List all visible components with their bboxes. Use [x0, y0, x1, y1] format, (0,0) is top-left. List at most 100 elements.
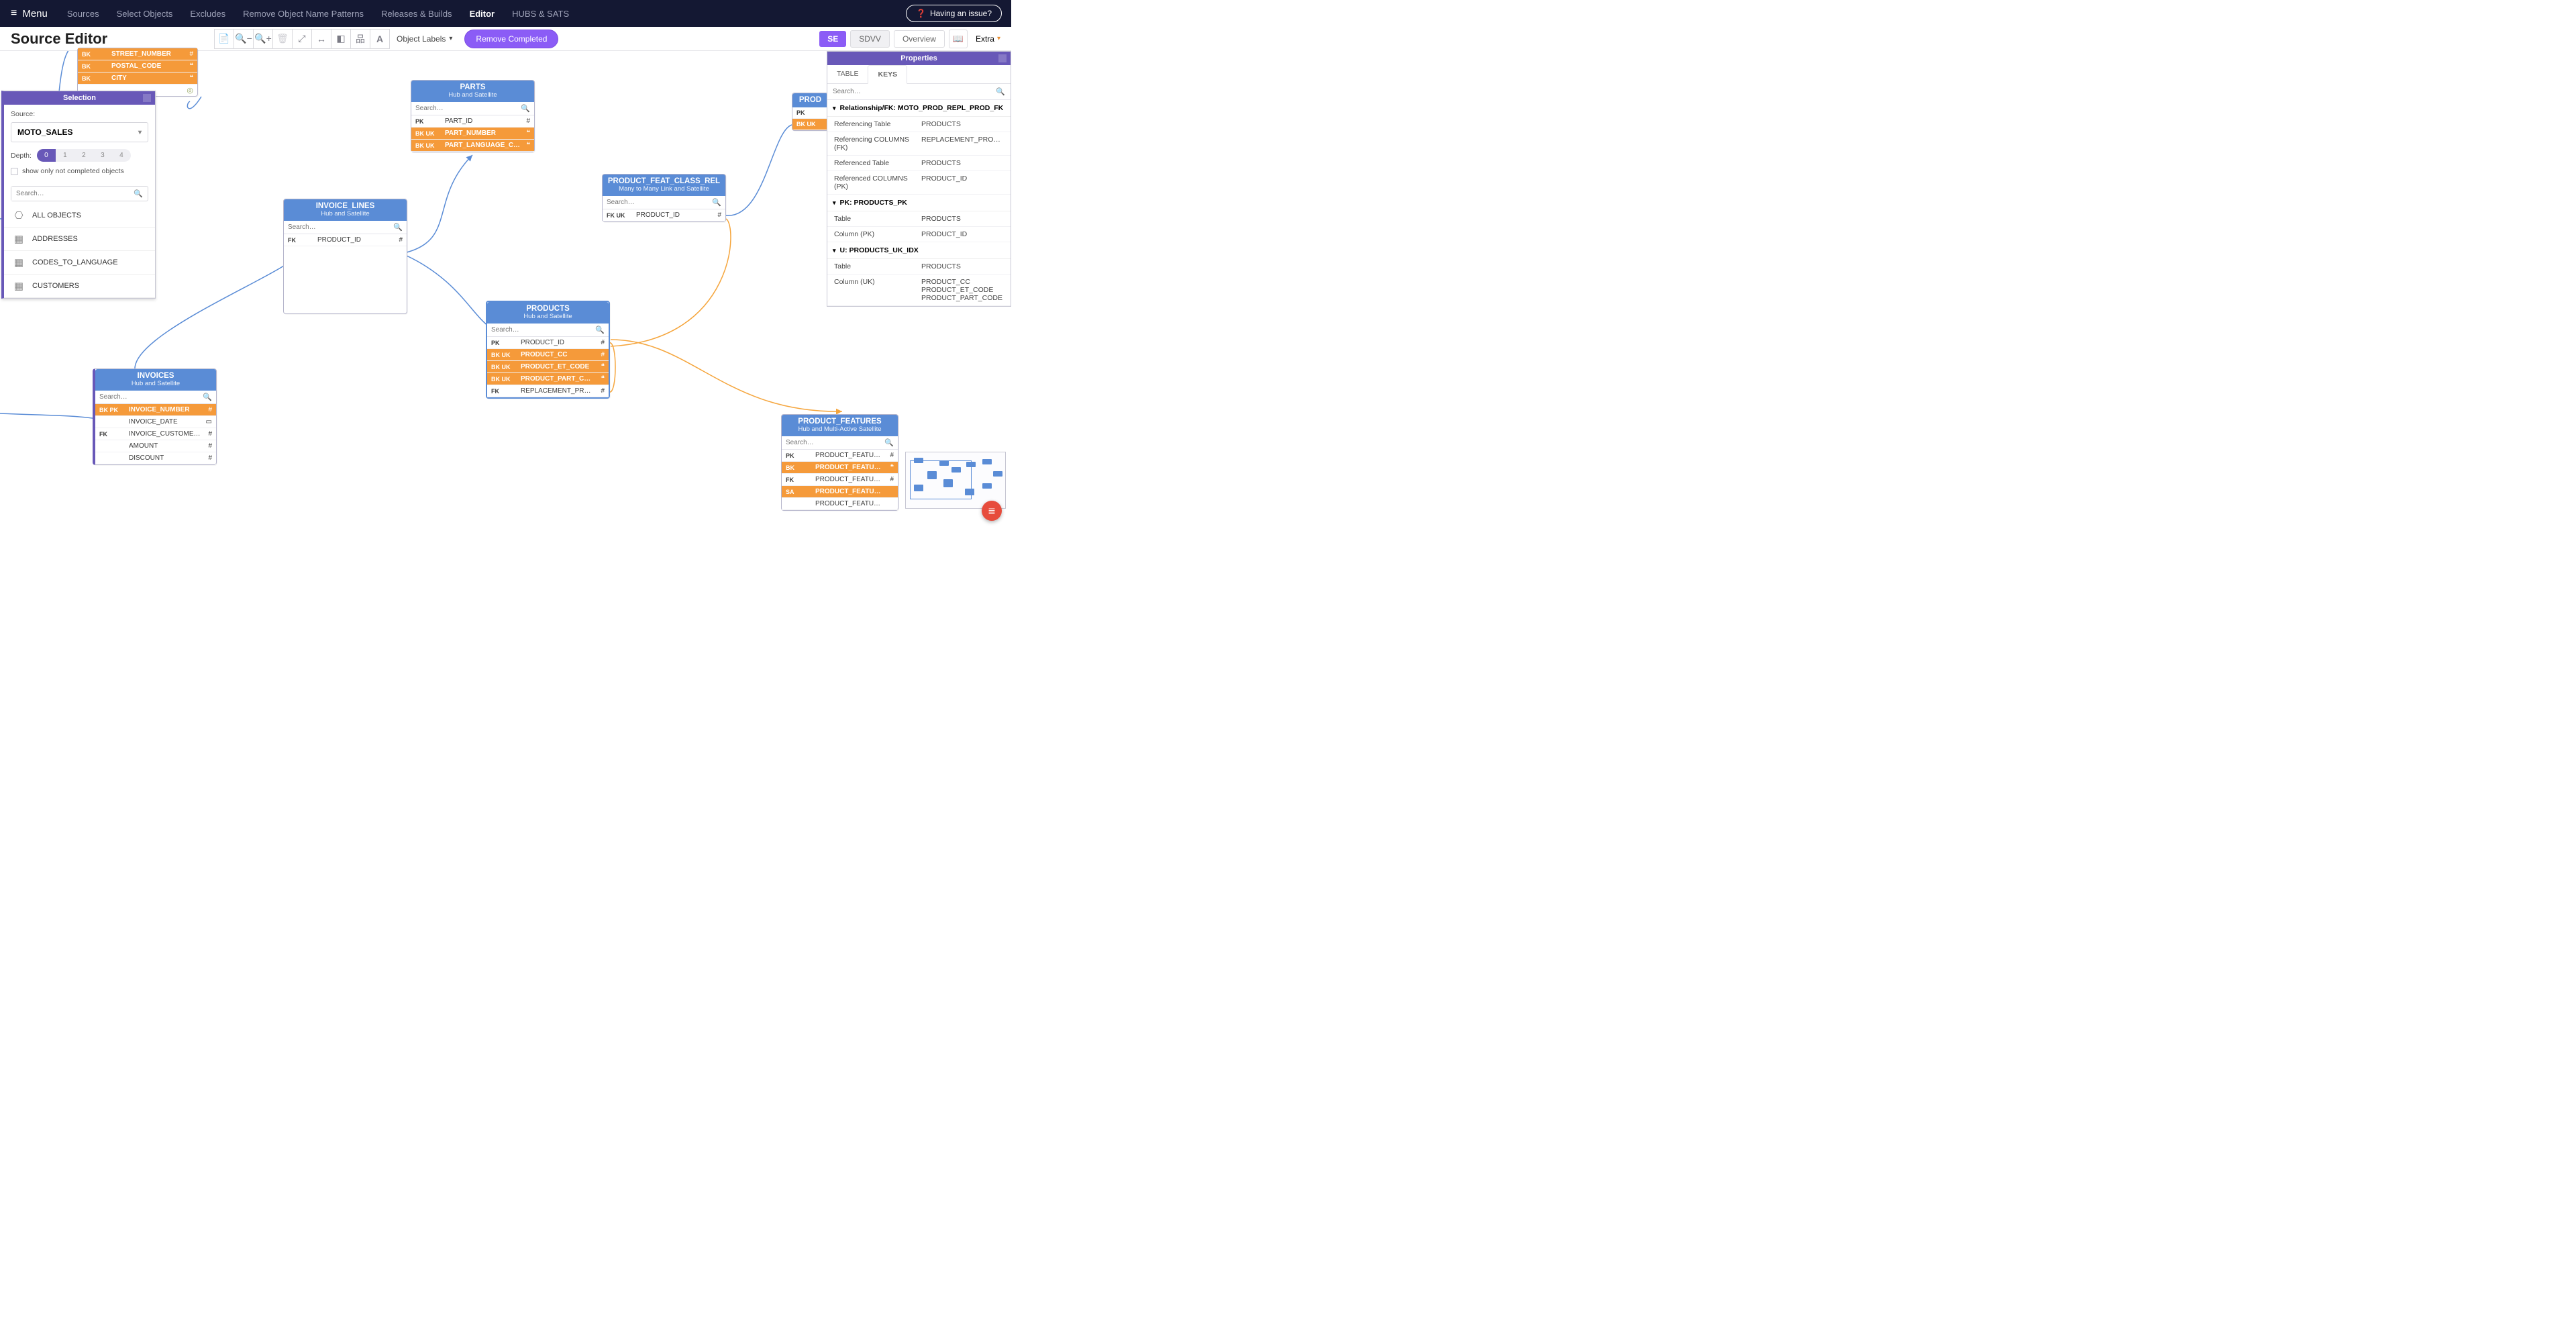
item-icon: ▦ [12, 257, 25, 268]
entity-prod-fragment[interactable]: PROD PKBK UK [792, 93, 829, 131]
column-row[interactable]: BK UKPRODUCT_PART_CODE❝ [487, 373, 609, 385]
text-icon[interactable]: A [370, 29, 390, 49]
minimap-viewport[interactable] [910, 460, 972, 499]
column-row[interactable]: PKPRODUCT_FEATURE_ID# [782, 450, 898, 462]
column-row[interactable]: PRODUCT_FEATURE_DESCRIP [782, 498, 898, 510]
object-labels-label: Object Labels [397, 34, 446, 44]
column-row[interactable]: BK UKPART_NUMBER❝ [411, 128, 534, 140]
entity-parts[interactable]: PARTSHub and Satellite 🔍 PKPART_ID#BK UK… [411, 80, 535, 152]
entity-invoices[interactable]: INVOICESHub and Satellite 🔍 BK PKINVOICE… [93, 368, 217, 465]
column-row[interactable]: SAPRODUCT_FEATURE_LANGUA [782, 486, 898, 498]
entity-addresses-fragment[interactable]: BKSTREET_NUMBER#BKPOSTAL_CODE❝BKCITY❝ ◎ [77, 48, 198, 97]
selection-item[interactable]: ▦ADDRESSES [4, 228, 155, 251]
layout1-icon[interactable]: ◧ [331, 29, 351, 49]
selection-item[interactable]: ▦CUSTOMERS [4, 275, 155, 298]
column-row[interactable]: FKREPLACEMENT_PRODUC…# [487, 385, 609, 397]
entity-search-input[interactable] [411, 102, 517, 115]
column-row[interactable]: FKPRODUCT_ID# [284, 234, 407, 246]
column-row[interactable]: AMOUNT# [95, 440, 216, 452]
fab-button[interactable]: ≣ [982, 501, 1002, 521]
selection-search-input[interactable] [11, 187, 129, 201]
nav-releases[interactable]: Releases & Builds [372, 9, 461, 19]
having-issue-button[interactable]: ❓ Having an issue? [906, 5, 1002, 22]
column-row[interactable]: BK PKINVOICE_NUMBER# [95, 404, 216, 416]
column-row[interactable]: BK UKPRODUCT_CC# [487, 349, 609, 361]
entity-search-input[interactable] [603, 196, 708, 209]
column-row[interactable]: PK [792, 107, 828, 119]
source-dropdown[interactable]: MOTO_SALES ▾ [11, 122, 148, 142]
tab-keys[interactable]: KEYS [868, 65, 907, 84]
close-icon[interactable] [998, 54, 1007, 62]
entity-subtitle: Hub and Satellite [415, 91, 530, 99]
properties-search-input[interactable] [827, 84, 990, 99]
nav-excludes[interactable]: Excludes [181, 9, 234, 19]
zoom-in-icon[interactable]: 🔍+ [253, 29, 273, 49]
show-not-completed-checkbox[interactable]: show only not completed objects [11, 167, 148, 175]
column-row[interactable]: PKPART_ID# [411, 115, 534, 128]
column-row[interactable]: FK UKPRODUCT_ID# [603, 209, 725, 221]
column-row[interactable]: INVOICE_DATE▭ [95, 416, 216, 428]
menu-button[interactable]: ≡ Menu [0, 7, 58, 19]
selection-panel[interactable]: Selection Source: MOTO_SALES ▾ Depth: 0 … [1, 91, 156, 299]
item-icon: ⎔ [12, 210, 25, 221]
checkbox-icon [11, 168, 18, 175]
column-row[interactable]: DISCOUNT# [95, 452, 216, 464]
entity-product-features[interactable]: PRODUCT_FEATURESHub and Multi-Active Sat… [781, 414, 898, 511]
properties-panel[interactable]: Properties TABLE KEYS 🔍 ▾Relationship/FK… [827, 51, 1011, 307]
entity-invoice-lines[interactable]: INVOICE_LINESHub and Satellite 🔍 FKPRODU… [283, 199, 407, 314]
pill-se[interactable]: SE [819, 31, 846, 47]
nav-select-objects[interactable]: Select Objects [108, 9, 182, 19]
nav-editor[interactable]: Editor [461, 9, 504, 19]
entity-search-input[interactable] [284, 221, 389, 234]
expand-icon[interactable]: ⤢ [292, 29, 312, 49]
nav-sources[interactable]: Sources [58, 9, 108, 19]
search-icon: 🔍 [990, 84, 1011, 99]
extra-dropdown[interactable]: Extra ▾ [972, 34, 1004, 44]
property-row: Referenced TablePRODUCTS [827, 156, 1011, 171]
chevron-down-icon: ▾ [449, 35, 452, 42]
pill-sdvv[interactable]: SDVV [850, 30, 890, 48]
depth-3[interactable]: 3 [93, 149, 112, 162]
nav-remove-patterns[interactable]: Remove Object Name Patterns [234, 9, 372, 19]
column-row[interactable]: FKPRODUCT_FEATURE_CAT_ID# [782, 474, 898, 486]
new-file-icon[interactable]: 📄 [214, 29, 234, 49]
object-labels-dropdown[interactable]: Object Labels ▾ [397, 34, 452, 44]
docs-icon[interactable]: 📖 [949, 30, 968, 48]
column-row[interactable]: FKINVOICE_CUSTOMER_ID# [95, 428, 216, 440]
column-row[interactable]: BK UKPART_LANGUAGE_CODE❝ [411, 140, 534, 152]
entity-search-input[interactable] [95, 391, 199, 403]
entity-search-input[interactable] [487, 324, 591, 336]
distribute-icon[interactable]: ↔ [311, 29, 331, 49]
entity-search-input[interactable] [782, 436, 880, 449]
selection-item[interactable]: ⎔ALL OBJECTS [4, 204, 155, 228]
zoom-out-icon[interactable]: 🔍− [234, 29, 254, 49]
depth-0[interactable]: 0 [37, 149, 56, 162]
depth-1[interactable]: 1 [56, 149, 74, 162]
property-section-header[interactable]: ▾U: PRODUCTS_UK_IDX [827, 242, 1011, 259]
close-icon[interactable] [143, 94, 151, 102]
column-row[interactable]: BK UK [792, 119, 828, 130]
tab-table[interactable]: TABLE [827, 65, 868, 83]
column-row[interactable]: BKPRODUCT_FEATURE_CODE❝ [782, 462, 898, 474]
search-icon: 🔍 [708, 198, 725, 207]
column-row[interactable]: BKSTREET_NUMBER# [78, 48, 197, 60]
property-section-header[interactable]: ▾Relationship/FK: MOTO_PROD_REPL_PROD_FK [827, 100, 1011, 117]
nav-hubs-sats[interactable]: HUBS & SATS [503, 9, 578, 19]
pill-overview[interactable]: Overview [894, 30, 945, 48]
remove-completed-button[interactable]: Remove Completed [464, 30, 558, 48]
depth-2[interactable]: 2 [74, 149, 93, 162]
column-row[interactable]: BK UKPRODUCT_ET_CODE❝ [487, 361, 609, 373]
property-row: Column (UK)PRODUCT_CC PRODUCT_ET_CODE PR… [827, 275, 1011, 306]
column-row[interactable]: BKCITY❝ [78, 72, 197, 85]
layout2-icon[interactable]: 品 [350, 29, 370, 49]
selection-item[interactable]: ▦CODES_TO_LANGUAGE [4, 251, 155, 275]
entity-products[interactable]: PRODUCTSHub and Satellite 🔍 PKPRODUCT_ID… [486, 301, 610, 399]
entity-title: PROD [796, 96, 824, 104]
delete-icon[interactable]: 🗑 [272, 29, 293, 49]
column-row[interactable]: BKPOSTAL_CODE❝ [78, 60, 197, 72]
entity-pfcrel[interactable]: PRODUCT_FEAT_CLASS_RELMany to Many Link … [602, 174, 726, 222]
depth-4[interactable]: 4 [112, 149, 131, 162]
property-section-header[interactable]: ▾PK: PRODUCTS_PK [827, 195, 1011, 211]
entity-subtitle: Hub and Satellite [491, 313, 605, 320]
column-row[interactable]: PKPRODUCT_ID# [487, 337, 609, 349]
